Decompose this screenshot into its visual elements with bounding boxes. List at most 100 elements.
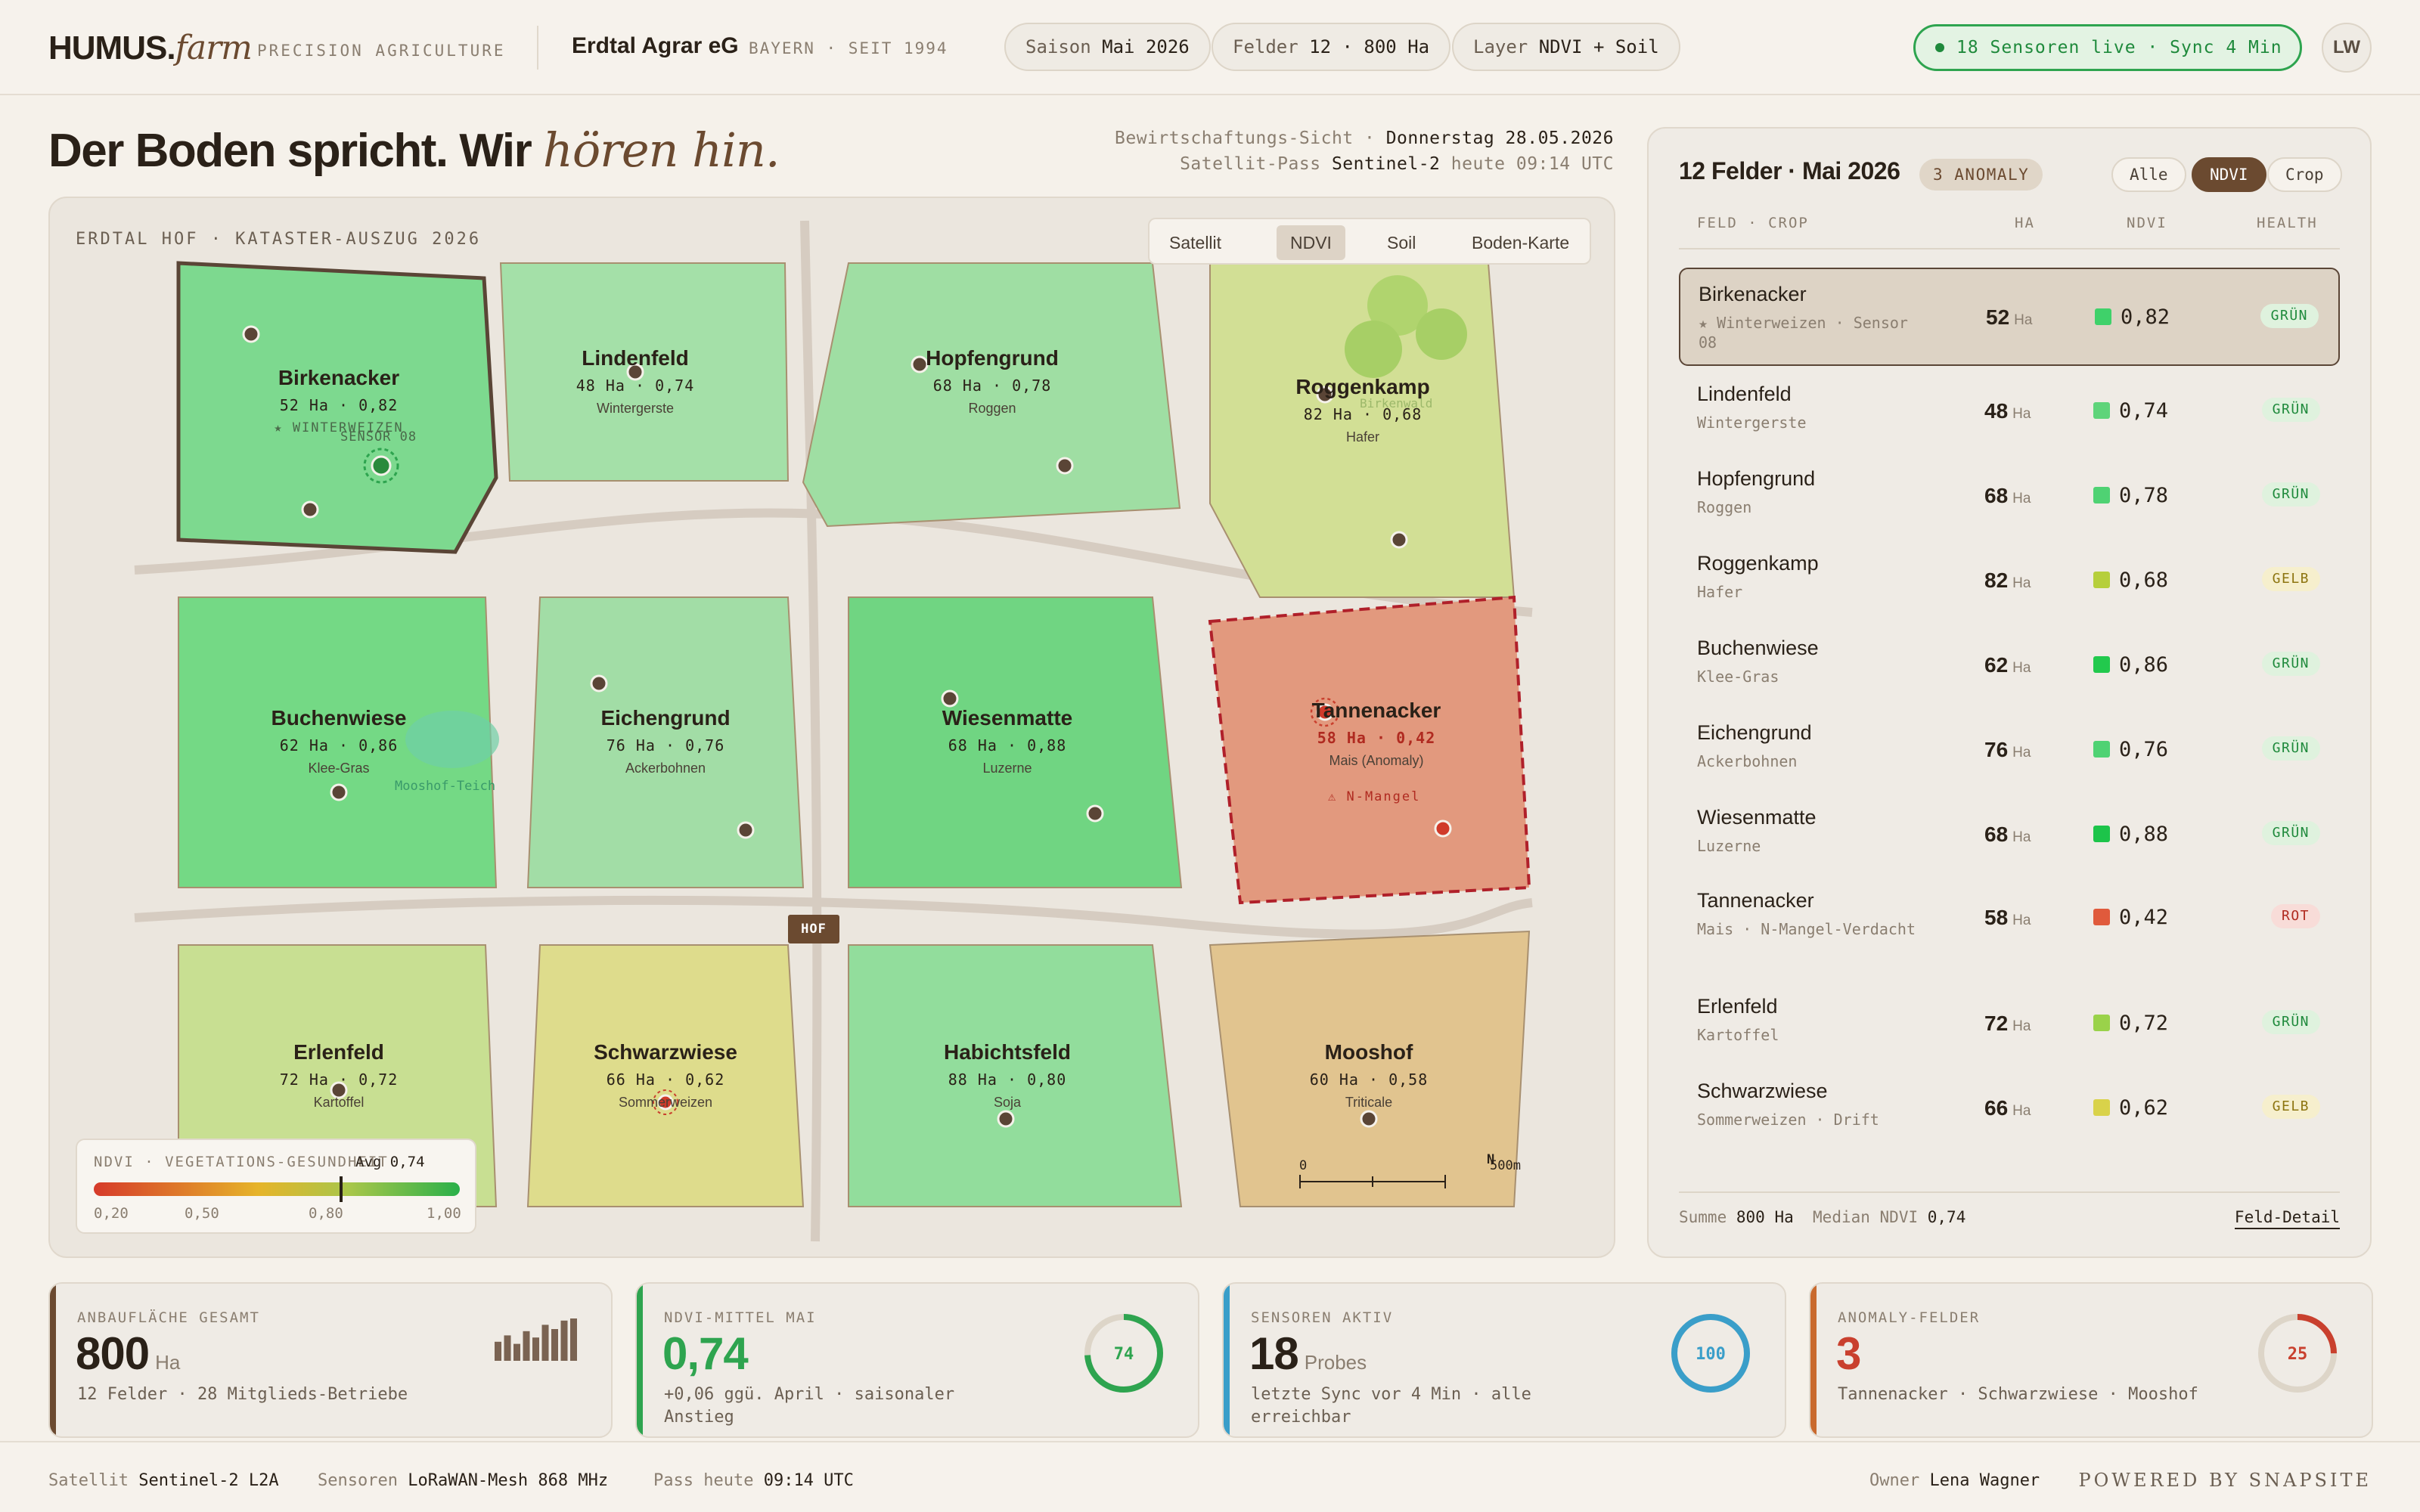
health-badge: GRÜN bbox=[2260, 304, 2319, 328]
row-ndvi: 0,74 bbox=[2119, 399, 2169, 423]
field-row[interactable]: Erlenfeld Kartoffel 72 Ha 0,72 GRÜN bbox=[1679, 981, 2340, 1080]
sensor-dot[interactable] bbox=[1086, 804, 1104, 823]
kpi-ndvi[interactable]: NDVI-MITTEL MAI 0,74 +0,06 ggü. April · … bbox=[635, 1282, 1199, 1438]
health-badge: GRÜN bbox=[2261, 736, 2320, 761]
sensor-dot[interactable] bbox=[242, 325, 260, 343]
field-label-erlenfeld: Erlenfeld 72 Ha · 0,72 Kartoffel bbox=[279, 1040, 399, 1110]
kpi-label: ANBAUFLÄCHE GESAMT bbox=[77, 1309, 260, 1326]
sparkline-bar bbox=[504, 1335, 511, 1361]
sensor-08-dot[interactable] bbox=[371, 455, 392, 476]
user-avatar[interactable]: LW bbox=[2322, 23, 2372, 73]
divider bbox=[1679, 248, 2340, 249]
field-row[interactable]: Lindenfeld Wintergerste 48 Ha 0,74 GRÜN bbox=[1679, 369, 2340, 467]
live-status-badge[interactable]: 18 Sensoren live · Sync 4 Min bbox=[1913, 24, 2302, 71]
kpi-sub: Tannenacker · Schwarzwiese · Mooshof bbox=[1838, 1385, 2198, 1404]
live-dot-icon bbox=[1935, 43, 1944, 52]
field-row[interactable]: Schwarzwiese Sommerweizen · Drift 66 Ha 0,62… bbox=[1679, 1066, 2340, 1164]
row-crop: Wintergerste bbox=[1697, 414, 1807, 432]
map-layer-switcher: Satellit NDVI Soil Boden-Karte bbox=[1148, 218, 1591, 265]
kpi-accent bbox=[1224, 1284, 1230, 1436]
panel-summary: Summe 800 Ha Median NDVI 0,74 bbox=[1679, 1208, 1966, 1226]
org-name: Erdtal Agrar eG bbox=[572, 33, 739, 58]
field-row[interactable]: Tannenacker Mais · N-Mangel-Verdacht 58 Ha 0… bbox=[1679, 875, 2340, 974]
footer-sensors: Sensoren LoRaWAN-Mesh 868 MHz bbox=[318, 1471, 609, 1490]
kpi-value: 18 Probes bbox=[1249, 1328, 1367, 1379]
sparkline-bar bbox=[560, 1320, 568, 1361]
sensor-dot[interactable] bbox=[941, 689, 959, 708]
fields-pill[interactable]: Felder 12 · 800 Ha bbox=[1212, 23, 1451, 71]
top-bar: HUMUS.farm PRECISION AGRICULTURE Erdtal … bbox=[0, 0, 2420, 95]
sensor-dot[interactable] bbox=[997, 1110, 1015, 1128]
field-label-habichtsfeld: Habichtsfeld 88 Ha · 0,80 Soja bbox=[943, 1040, 1072, 1110]
legend-avg-marker bbox=[339, 1176, 343, 1202]
fields-panel: 12 Felder · Mai 2026 3 ANOMALY Alle NDVI… bbox=[1647, 127, 2372, 1258]
anomaly-sensor-dot[interactable] bbox=[1434, 820, 1452, 838]
sensor-dot[interactable] bbox=[911, 355, 929, 373]
row-ndvi: 0,42 bbox=[2119, 906, 2169, 929]
kpi-anomalies[interactable]: ANOMALY-FELDER 3 Tannenacker · Schwarzwi… bbox=[1809, 1282, 2373, 1438]
row-field-name: Birkenacker bbox=[1699, 283, 1807, 305]
field-detail-link[interactable]: Feld-Detail bbox=[2234, 1208, 2340, 1229]
ndvi-swatch bbox=[2095, 308, 2111, 325]
row-ndvi: 0,62 bbox=[2119, 1096, 2169, 1120]
row-ndvi: 0,78 bbox=[2119, 484, 2169, 507]
sensor-dot[interactable] bbox=[301, 500, 319, 519]
sensor-dot[interactable] bbox=[590, 674, 608, 692]
sensor-dot[interactable] bbox=[1056, 457, 1074, 475]
layer-tab-satellit[interactable]: Satellit bbox=[1156, 225, 1235, 260]
scale-start: 0 bbox=[1299, 1158, 1308, 1173]
sensor-dot[interactable] bbox=[330, 783, 348, 801]
panel-tab-alle[interactable]: Alle bbox=[2111, 157, 2186, 192]
sparkline-bar bbox=[523, 1331, 530, 1361]
layer-pill[interactable]: Layer NDVI + Soil bbox=[1452, 23, 1680, 71]
field-map[interactable]: ERDTAL HOF · KATASTER-AUSZUG 2026 Satell… bbox=[48, 197, 1615, 1258]
tree-icon bbox=[1416, 308, 1467, 360]
panel-tab-ndvi[interactable]: NDVI bbox=[2192, 157, 2266, 192]
field-row[interactable]: Hopfengrund Roggen 68 Ha 0,78 GRÜN bbox=[1679, 454, 2340, 552]
row-field-name: Schwarzwiese bbox=[1697, 1080, 1828, 1102]
field-row[interactable]: Roggenkamp Hafer 82 Ha 0,68 GELB bbox=[1679, 538, 2340, 637]
kpi-accent bbox=[1810, 1284, 1817, 1436]
org-sub: BAYERN · SEIT 1994 bbox=[749, 39, 948, 57]
kpi-area[interactable]: ANBAUFLÄCHE GESAMT 800 Ha 12 Felder · 28 … bbox=[48, 1282, 613, 1438]
legend-tick: 0,20 bbox=[94, 1205, 129, 1222]
row-ha: 72 Ha bbox=[1984, 1012, 2031, 1035]
row-crop: Klee-Gras bbox=[1697, 668, 1779, 686]
scale-tick bbox=[1299, 1175, 1301, 1188]
status-footer: Satellit Sentinel-2 L2A Sensoren LoRaWAN… bbox=[0, 1441, 2420, 1512]
meta-line-2: Satellit-Pass Sentinel-2 heute 09:14 UTC bbox=[1180, 154, 1614, 174]
ndvi-swatch bbox=[2093, 826, 2110, 842]
row-ha: 68 Ha bbox=[1984, 484, 2031, 507]
layer-tab-soil[interactable]: Soil bbox=[1373, 225, 1429, 260]
layer-tab-boden-karte[interactable]: Boden-Karte bbox=[1458, 225, 1583, 260]
health-badge: GRÜN bbox=[2261, 482, 2320, 507]
kpi-ring: 74 bbox=[1084, 1314, 1163, 1393]
ring-value: 100 bbox=[1696, 1345, 1726, 1364]
row-crop: Mais · N-Mangel-Verdacht bbox=[1697, 920, 1916, 938]
divider bbox=[537, 26, 538, 70]
footer-owner: Owner Lena Wagner bbox=[1869, 1471, 2040, 1490]
field-row[interactable]: Eichengrund Ackerbohnen 76 Ha 0,76 GRÜN bbox=[1679, 708, 2340, 806]
field-label-hopfengrund: Hopfengrund 68 Ha · 0,78 Roggen bbox=[926, 346, 1059, 416]
field-row[interactable]: Birkenacker ★ Winterweizen · Sensor 08 52 H… bbox=[1679, 268, 2340, 366]
row-ha: 66 Ha bbox=[1984, 1096, 2031, 1120]
sensor-dot[interactable] bbox=[737, 821, 755, 839]
row-ndvi: 0,82 bbox=[2121, 305, 2170, 329]
anomaly-note: ⚠ N-Mangel bbox=[1328, 789, 1421, 804]
season-pill[interactable]: Saison Mai 2026 bbox=[1004, 23, 1211, 71]
kpi-sensors[interactable]: SENSOREN AKTIV 18 Probes letzte Sync vor … bbox=[1222, 1282, 1786, 1438]
sparkline-bar bbox=[532, 1337, 539, 1361]
brand-logo[interactable]: HUMUS.farm bbox=[48, 29, 253, 67]
forest-label: Birkenwald bbox=[1360, 396, 1433, 411]
sensor-dot[interactable] bbox=[1360, 1110, 1378, 1128]
sensor-dot[interactable] bbox=[1390, 531, 1408, 549]
hof-marker[interactable]: HOF bbox=[788, 915, 839, 943]
field-row[interactable]: Buchenwiese Klee-Gras 62 Ha 0,86 GRÜN bbox=[1679, 623, 2340, 721]
layer-tab-ndvi[interactable]: NDVI bbox=[1277, 225, 1345, 260]
panel-tab-crop[interactable]: Crop bbox=[2267, 157, 2342, 192]
ring-value: 74 bbox=[1114, 1345, 1134, 1364]
col-header-ha: HA bbox=[2015, 215, 2035, 231]
footer-pass: Pass heute 09:14 UTC bbox=[653, 1471, 854, 1490]
footer-satellite: Satellit Sentinel-2 L2A bbox=[48, 1471, 279, 1490]
ndvi-swatch bbox=[2093, 741, 2110, 758]
